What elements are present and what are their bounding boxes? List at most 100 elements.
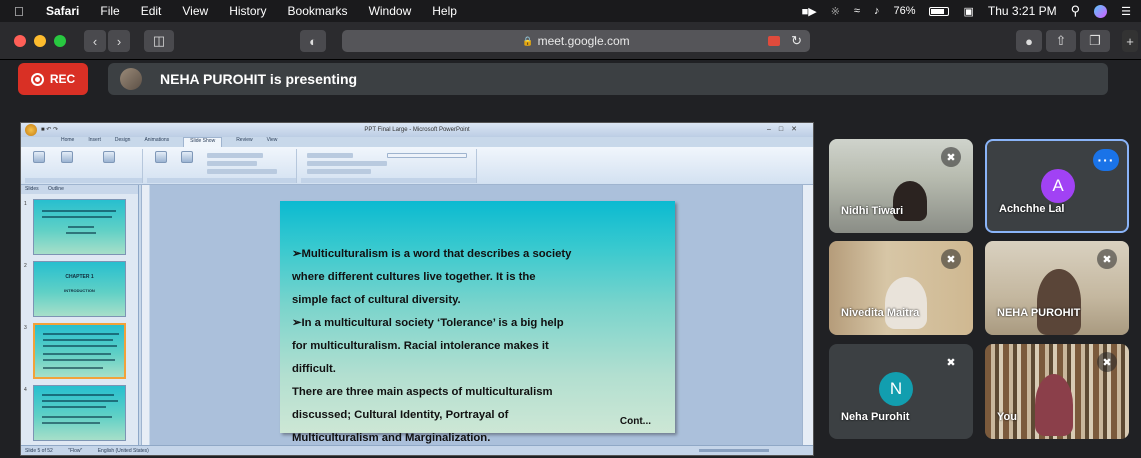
theme-name: "Flow" [68, 448, 83, 454]
slides-tab[interactable]: Slides [25, 186, 39, 192]
participant-name: NEHA PUROHIT [997, 307, 1081, 319]
clock[interactable]: Thu 3:21 PM [988, 4, 1057, 18]
slide-editing-area: ➢Multiculturalism is a word that describ… [150, 185, 804, 447]
volume-icon[interactable]: ♪ [874, 5, 880, 17]
thumbnail-text-line [42, 210, 116, 212]
shared-screen: ■ ↶ ↷ PPT Final Large - Microsoft PowerP… [20, 122, 814, 456]
participant-tile[interactable]: ✖ N Neha Purohit [829, 344, 973, 439]
participant-tile[interactable]: ✖ Nivedita Maitra [829, 241, 973, 335]
tab-overview-button[interactable]: ❐ [1080, 30, 1110, 52]
slide-scrollbar[interactable] [802, 185, 813, 447]
wifi-icon[interactable]: ≈ [854, 5, 860, 17]
ribbon-tab-view[interactable]: View [267, 137, 278, 147]
display-icon[interactable]: ▣ [963, 5, 973, 18]
slides-outline-tabs: Slides Outline [21, 185, 138, 194]
current-slide[interactable]: ➢Multiculturalism is a word that describ… [280, 201, 675, 444]
ribbon-tab-review[interactable]: Review [236, 137, 252, 147]
slide-thumbnail[interactable] [33, 385, 126, 441]
lock-icon: 🔒 [522, 35, 534, 46]
url-text: meet.google.com [537, 34, 630, 48]
screen-root: { "menubar": { "items": ["Safari", "File… [0, 0, 1141, 458]
slide-thumbnail-selected[interactable] [33, 323, 126, 379]
share-button[interactable]: ⇧ [1046, 30, 1076, 52]
participant-name: Neha Purohit [841, 411, 910, 423]
close-window-button[interactable] [14, 35, 26, 47]
ribbon-group-monitors [301, 149, 477, 183]
menu-safari[interactable]: Safari [46, 4, 79, 18]
slide-line: difficult. [292, 363, 336, 375]
thumbnail-text-line [43, 345, 117, 347]
battery-icon[interactable] [929, 6, 950, 16]
resolution-option[interactable] [307, 153, 353, 158]
camera-status-icon[interactable]: ■▶ [802, 5, 817, 18]
slide-thumbnail[interactable] [33, 199, 126, 255]
slide-counter: Slide 5 of 52 [25, 448, 53, 454]
apple-logo-icon[interactable]:  [14, 4, 28, 19]
participant-tile-self[interactable]: ✖ You [985, 344, 1129, 439]
menu-window[interactable]: Window [369, 4, 412, 18]
office-button-icon[interactable] [25, 124, 37, 136]
bluetooth-icon[interactable]: ※ [831, 5, 840, 18]
menu-view[interactable]: View [182, 4, 208, 18]
menu-bookmarks[interactable]: Bookmarks [288, 4, 348, 18]
address-bar[interactable]: 🔒 meet.google.com ↻ [342, 30, 810, 52]
participant-avatar: A [1041, 169, 1075, 203]
thumbnail-subtitle: INTRODUCTION [64, 288, 95, 293]
menu-history[interactable]: History [229, 4, 266, 18]
participant-figure [885, 277, 927, 329]
zoom-window-button[interactable] [54, 35, 66, 47]
outline-tab[interactable]: Outline [48, 186, 64, 192]
quick-access-toolbar[interactable]: ■ ↶ ↷ [41, 123, 58, 137]
record-narration-option[interactable] [207, 153, 263, 158]
spotlight-search-icon[interactable]: ⚲ [1071, 3, 1081, 19]
downloads-button[interactable]: ● [1016, 30, 1042, 52]
ribbon-tab-design[interactable]: Design [115, 137, 131, 147]
menu-help[interactable]: Help [432, 4, 457, 18]
slide-line: for multiculturalism. Racial intolerance… [292, 340, 549, 352]
from-current-slide-icon[interactable] [61, 151, 73, 163]
recording-badge[interactable]: REC [18, 63, 88, 95]
thumbnail-text-line [42, 406, 106, 408]
set-up-slide-show-icon[interactable] [155, 151, 167, 163]
slide-line: There are three main aspects of multicul… [292, 386, 553, 398]
new-tab-button[interactable]: + [1122, 30, 1138, 52]
custom-slide-show-icon[interactable] [103, 151, 115, 163]
more-options-icon[interactable]: ··· [1093, 149, 1119, 171]
menu-edit[interactable]: Edit [141, 4, 162, 18]
notification-center-icon[interactable]: ☰ [1121, 5, 1131, 18]
use-rehearsed-timings-option[interactable] [207, 169, 277, 174]
participant-name: Achchhe Lal [999, 203, 1065, 215]
ribbon-group-start-slide-show [25, 149, 143, 183]
sidebar-toggle-icon[interactable]: ◫ [144, 30, 174, 52]
rehearse-timings-option[interactable] [207, 161, 257, 166]
slide-thumbnail[interactable]: CHAPTER 1 INTRODUCTION [33, 261, 126, 317]
minimize-window-button[interactable] [34, 35, 46, 47]
from-beginning-icon[interactable] [33, 151, 45, 163]
resolution-dropdown[interactable] [387, 153, 467, 158]
privacy-shield-icon[interactable]: ◐ [300, 30, 326, 52]
thumbnail-text-line [42, 422, 100, 424]
use-presenter-view-option[interactable] [307, 169, 371, 174]
reload-icon[interactable]: ↻ [791, 33, 802, 49]
participant-tile[interactable]: ✖ Nidhi Tiwari [829, 139, 973, 233]
participant-avatar: N [879, 372, 913, 406]
zoom-slider[interactable] [699, 449, 769, 452]
ribbon-tab-slide-show[interactable]: Slide Show [183, 137, 223, 147]
hide-slide-icon[interactable] [181, 151, 193, 163]
siri-icon[interactable] [1094, 4, 1108, 18]
ribbon-tab-home[interactable]: Home [61, 137, 74, 147]
participant-tile-active[interactable]: ··· A Achchhe Lal [985, 139, 1129, 233]
menu-file[interactable]: File [100, 4, 119, 18]
ribbon-tab-insert[interactable]: Insert [88, 137, 101, 147]
slide-continued-label: Cont... [619, 416, 651, 427]
show-presentation-on-option[interactable] [307, 161, 387, 166]
slides-panel-scrollbar[interactable] [141, 185, 149, 447]
ribbon-tab-animations[interactable]: Animations [144, 137, 169, 147]
participant-tile[interactable]: ✖ NEHA PUROHIT [985, 241, 1129, 335]
window-controls[interactable]: –□✕ [767, 123, 805, 137]
participant-name: You [997, 411, 1017, 423]
forward-button[interactable]: › [108, 30, 130, 52]
back-button[interactable]: ‹ [84, 30, 106, 52]
powerpoint-titlebar: ■ ↶ ↷ PPT Final Large - Microsoft PowerP… [21, 123, 813, 137]
powerpoint-status-bar: Slide 5 of 52 "Flow" English (United Sta… [21, 445, 813, 455]
